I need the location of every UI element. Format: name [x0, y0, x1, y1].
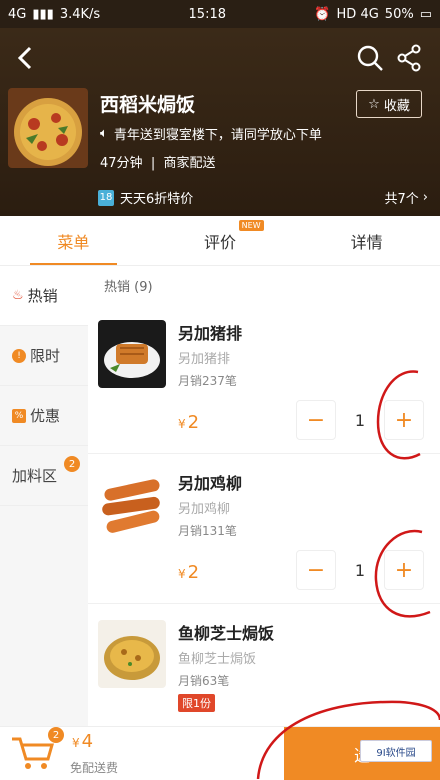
minus-button[interactable]: −	[296, 550, 336, 590]
cart-icon	[12, 737, 54, 769]
favorite-button[interactable]: ☆ 收藏	[356, 90, 422, 118]
shop-name: 西稻米焗饭	[100, 94, 196, 116]
section-title: 热销 (9)	[104, 280, 153, 295]
star-icon: ☆	[368, 96, 380, 112]
limit-badge: 限1份	[178, 694, 215, 712]
currency-symbol: ¥	[72, 736, 80, 750]
signal-icon: ▮▮▮	[32, 6, 54, 22]
item-price: ¥2	[178, 412, 199, 433]
tab-label: 详情	[350, 232, 383, 252]
currency-symbol: ¥	[178, 567, 186, 581]
cart-total: ¥4	[72, 731, 93, 752]
watermark-text: 9I软件园	[376, 747, 416, 759]
item-name: 另加猪排	[178, 324, 243, 343]
quantity-stepper: − 1 +	[296, 550, 424, 590]
network-label: 4G	[8, 6, 27, 22]
item-description: 另加鸡柳	[178, 502, 231, 517]
search-icon	[357, 45, 383, 71]
menu-list: 热销 (9) 另加猪排 另加猪排 月销237笔 ¥2 − 1 + 另加鸡柳 另加…	[88, 266, 440, 726]
watermark-logo: 9I软件园	[360, 740, 432, 762]
delivery-meta: 47分钟 | 商家配送	[100, 152, 216, 171]
status-bar: 4G ▮▮▮ 3.4K/s 15:18 ⏰ HD 4G 50% ▭	[0, 0, 440, 28]
sidebar-item-label: 热销	[27, 287, 58, 305]
shop-notice: 🔈︎ 青年送到寝室楼下，请同学放心下单	[100, 124, 322, 143]
delivery-time: 47分钟	[100, 156, 143, 171]
back-button[interactable]	[12, 42, 40, 74]
battery-icon: ▭	[419, 6, 432, 22]
sidebar-item-label: 加料区	[12, 467, 58, 485]
price-value: 2	[187, 412, 200, 433]
discount-icon: %	[12, 408, 26, 423]
back-arrow-icon	[17, 46, 32, 70]
plus-button[interactable]: +	[384, 400, 424, 440]
shop-logo-image	[8, 88, 88, 168]
flame-icon: ♨	[12, 288, 24, 303]
share-button[interactable]	[396, 44, 422, 72]
sidebar-item-hot[interactable]: ♨ 热销	[0, 266, 88, 326]
chevron-right-icon: ›	[422, 190, 428, 205]
quantity-value: 1	[354, 410, 366, 430]
promo-row[interactable]: 18 天天6折特价 共7个 ›	[98, 188, 428, 207]
tab-details[interactable]: 详情	[293, 216, 440, 265]
alarm-icon: ⏰	[314, 6, 331, 22]
minus-button[interactable]: −	[296, 400, 336, 440]
sidebar-item-label: 限时	[30, 347, 61, 365]
list-item[interactable]: 鱼柳芝士焗饭 鱼柳芝士焗饭 月销63笔 限1份	[88, 604, 440, 726]
search-button[interactable]	[356, 44, 384, 72]
plus-icon: +	[394, 407, 414, 433]
notice-text: 青年送到寝室楼下，请同学放心下单	[113, 128, 322, 143]
item-sales: 月销237笔	[178, 374, 237, 388]
food-image	[98, 620, 166, 688]
favorite-label: 收藏	[383, 98, 410, 114]
list-item[interactable]: 另加鸡柳 另加鸡柳 月销131笔 ¥2 − 1 +	[88, 454, 440, 604]
list-item[interactable]: 另加猪排 另加猪排 月销237笔 ¥2 − 1 +	[88, 304, 440, 454]
shop-header: 西稻米焗饭 ☆ 收藏 🔈︎ 青年送到寝室楼下，请同学放心下单 47分钟 | 商家…	[0, 28, 440, 216]
tab-label: 评价	[204, 232, 237, 252]
item-sales: 月销63笔	[178, 674, 230, 688]
speaker-icon: 🔈︎	[100, 126, 108, 141]
promo-text: 天天6折特价	[120, 192, 194, 207]
category-sidebar: ♨ 热销 ! 限时 % 优惠 加料区 2	[0, 266, 88, 726]
item-description: 鱼柳芝士焗饭	[178, 652, 257, 667]
clock-icon: !	[12, 348, 26, 363]
item-name: 鱼柳芝士焗饭	[178, 624, 275, 643]
sidebar-item-limited[interactable]: ! 限时	[0, 326, 88, 386]
total-value: 4	[81, 731, 94, 752]
currency-symbol: ¥	[178, 417, 186, 431]
count-badge: 2	[64, 456, 80, 472]
tab-menu[interactable]: 菜单	[0, 216, 147, 265]
item-description: 另加猪排	[178, 352, 231, 367]
new-badge: NEW	[238, 220, 264, 231]
network-speed: 3.4K/s	[59, 6, 101, 22]
promo-count: 共7个	[384, 192, 419, 207]
item-price: ¥2	[178, 562, 199, 583]
network-type: HD 4G	[336, 6, 379, 22]
cart-button[interactable]	[10, 735, 54, 771]
tab-reviews[interactable]: 评价 NEW	[147, 216, 294, 265]
tab-bar: 菜单 评价 NEW 详情	[0, 216, 440, 266]
share-icon	[397, 44, 421, 72]
minus-icon: −	[306, 557, 326, 583]
meta-divider: |	[146, 156, 160, 171]
clock: 15:18	[188, 6, 226, 22]
delivery-type: 商家配送	[163, 156, 216, 171]
food-image	[98, 470, 166, 538]
sidebar-item-label: 优惠	[30, 407, 61, 425]
promo-tag-icon: 18	[98, 189, 114, 206]
plus-button[interactable]: +	[384, 550, 424, 590]
price-value: 2	[187, 562, 200, 583]
delivery-fee-note: 免配送费	[70, 761, 119, 775]
tab-label: 菜单	[57, 232, 90, 252]
food-image	[98, 320, 166, 388]
item-sales: 月销131笔	[178, 524, 237, 538]
plus-icon: +	[394, 557, 414, 583]
battery-level: 50%	[384, 6, 414, 22]
cart-count-badge: 2	[48, 727, 64, 743]
sidebar-item-discount[interactable]: % 优惠	[0, 386, 88, 446]
quantity-value: 1	[354, 560, 366, 580]
quantity-stepper: − 1 +	[296, 400, 424, 440]
item-name: 另加鸡柳	[178, 474, 243, 493]
minus-icon: −	[306, 407, 326, 433]
sidebar-item-addons[interactable]: 加料区 2	[0, 446, 88, 506]
